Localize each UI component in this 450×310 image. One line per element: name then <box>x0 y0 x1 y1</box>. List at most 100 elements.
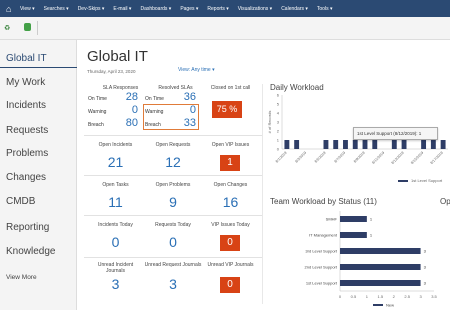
divider-4 <box>84 257 262 258</box>
daily-workload-chart[interactable]: 0 1 2 3 4 5 6 # of Records 8/1/2019 8/3/2019 8/5/2… <box>266 93 450 189</box>
sidebar-item-cmdb[interactable]: CMDB <box>6 196 35 207</box>
chart-tooltip: 1st Level Support (8/12/2019): 1 <box>353 127 438 140</box>
nav-reports[interactable]: Reports ▾ <box>207 6 228 12</box>
sla-responses-breach[interactable]: 80 <box>112 117 138 129</box>
team-workload-chart[interactable]: SMHF 1 IT Management 1 3rd Level Support 3 2nd… <box>266 207 450 310</box>
open-vip-issues-value[interactable]: 1 <box>220 155 240 171</box>
daily-y-tick: 0 <box>277 147 280 152</box>
resolved-row-label-breach: Breach <box>145 122 161 128</box>
sidebar-item-view-more[interactable]: View More <box>6 274 37 281</box>
sidebar-item-problems[interactable]: Problems <box>6 148 48 159</box>
home-icon[interactable]: ⌂ <box>6 4 20 14</box>
page-title: Global IT <box>87 48 148 65</box>
unread-incident-journals-value[interactable]: 3 <box>88 276 143 292</box>
daily-legend-label: 1st Level Support <box>411 178 443 183</box>
daily-workload-title: Daily Workload <box>270 83 324 92</box>
resolved-row-label-warning: Warning <box>145 109 164 115</box>
team-bar-value: 3 <box>424 281 427 286</box>
team-bar[interactable] <box>340 280 421 286</box>
nav-dev-skips[interactable]: Dev-Skips ▾ <box>78 6 105 12</box>
team-x-tick: 1 <box>366 294 369 299</box>
nav-pages[interactable]: Pages ▾ <box>180 6 198 12</box>
daily-bar[interactable] <box>430 140 436 149</box>
sla-row-label-breach: Breach <box>88 122 104 128</box>
daily-x-tick: 8/1/2019 <box>275 151 288 164</box>
resolved-warning[interactable]: 0 <box>170 104 196 116</box>
sla-row-label-warning: Warning <box>88 109 107 115</box>
daily-bar[interactable] <box>343 140 348 149</box>
nav-tools[interactable]: Tools ▾ <box>317 6 333 12</box>
daily-y-tick: 2 <box>277 129 280 134</box>
daily-x-tick: 8/17/2019 <box>430 151 444 165</box>
daily-x-tick: 8/11/2019 <box>371 151 385 165</box>
daily-bar[interactable] <box>421 140 427 149</box>
team-bar[interactable] <box>340 248 421 254</box>
status-icon[interactable] <box>24 23 31 31</box>
divider-3 <box>84 215 262 216</box>
sidebar-item-my-work[interactable]: My Work <box>6 77 45 88</box>
closed-first-call-percent[interactable]: 75 % <box>212 101 242 118</box>
toolbar-divider <box>37 21 38 35</box>
requests-today-value[interactable]: 0 <box>143 234 203 250</box>
sidebar-item-incidents[interactable]: Incidents <box>6 100 46 111</box>
daily-y-tick: 6 <box>277 93 280 98</box>
daily-bar[interactable] <box>401 140 407 149</box>
nav-visualizations[interactable]: Visualizations ▾ <box>238 6 272 12</box>
sidebar-item-changes[interactable]: Changes <box>6 172 46 183</box>
requests-today-title: Requests Today <box>155 222 191 228</box>
next-panel-title-cut: Op <box>440 197 450 206</box>
nav-calendars[interactable]: Calendars ▾ <box>281 6 308 12</box>
open-vip-issues-title: Open VIP Issues <box>211 142 250 148</box>
resolved-ontime[interactable]: 36 <box>170 91 196 103</box>
open-changes-value[interactable]: 16 <box>203 194 258 210</box>
daily-bar[interactable] <box>323 140 329 149</box>
daily-bar[interactable] <box>362 140 368 149</box>
daily-y-tick: 1 <box>277 138 280 143</box>
team-category-label: SMHF <box>326 217 338 222</box>
daily-bar[interactable] <box>294 140 300 149</box>
unread-vip-journals-value[interactable]: 0 <box>220 277 240 293</box>
team-bar[interactable] <box>340 264 421 270</box>
divider-1 <box>84 135 262 136</box>
sidebar-active-indicator <box>0 67 77 68</box>
sla-responses-warning[interactable]: 0 <box>112 104 138 116</box>
unread-incident-journals-title: Unread Incident Journals <box>97 262 134 274</box>
incidents-today-value[interactable]: 0 <box>88 234 143 250</box>
resolved-breach[interactable]: 33 <box>170 117 196 129</box>
open-tasks-title: Open Tasks <box>102 182 129 188</box>
unread-request-journals-title: Unread Request Journals <box>144 262 202 268</box>
team-bar[interactable] <box>340 232 367 238</box>
open-requests-value[interactable]: 12 <box>143 154 203 170</box>
unread-request-journals-value[interactable]: 3 <box>143 276 203 292</box>
daily-bar[interactable] <box>352 140 358 149</box>
open-tasks-value[interactable]: 11 <box>88 194 143 210</box>
view-filter-link[interactable]: View: Any time ▾ <box>178 67 215 73</box>
team-category-label: IT Management <box>309 233 338 238</box>
daily-bar[interactable] <box>284 140 290 149</box>
nav-email[interactable]: E-mail ▾ <box>113 6 131 12</box>
page-date: Thursday, April 23, 2020 <box>87 69 136 74</box>
nav-searches[interactable]: Searches ▾ <box>44 6 69 12</box>
daily-bar[interactable] <box>333 140 339 149</box>
team-bar[interactable] <box>340 216 367 222</box>
daily-bar[interactable] <box>440 140 446 149</box>
sidebar-item-requests[interactable]: Requests <box>6 125 48 136</box>
daily-bar[interactable] <box>391 140 397 149</box>
open-problems-value[interactable]: 9 <box>143 194 203 210</box>
nav-view[interactable]: View ▾ <box>20 6 35 12</box>
sla-responses-ontime[interactable]: 28 <box>112 91 138 103</box>
daily-y-tick: 4 <box>277 111 280 116</box>
nav-dashboards[interactable]: Dashboards ▾ <box>140 6 171 12</box>
refresh-icon[interactable]: ♻ <box>4 24 10 32</box>
vip-issues-today-value[interactable]: 0 <box>220 235 240 251</box>
sidebar-item-reporting[interactable]: Reporting <box>6 222 49 233</box>
open-incidents-value[interactable]: 21 <box>88 154 143 170</box>
sidebar-item-global-it[interactable]: Global IT <box>6 53 47 64</box>
sidebar-item-knowledge[interactable]: Knowledge <box>6 246 55 257</box>
daily-bar[interactable] <box>372 140 378 149</box>
team-bar-value: 1 <box>370 217 373 222</box>
open-incidents-title: Open Incidents <box>98 142 133 148</box>
daily-y-tick: 5 <box>277 102 280 107</box>
open-requests-title: Open Requests <box>155 142 191 148</box>
closed-first-call-title: Closed on 1st call <box>210 85 251 91</box>
